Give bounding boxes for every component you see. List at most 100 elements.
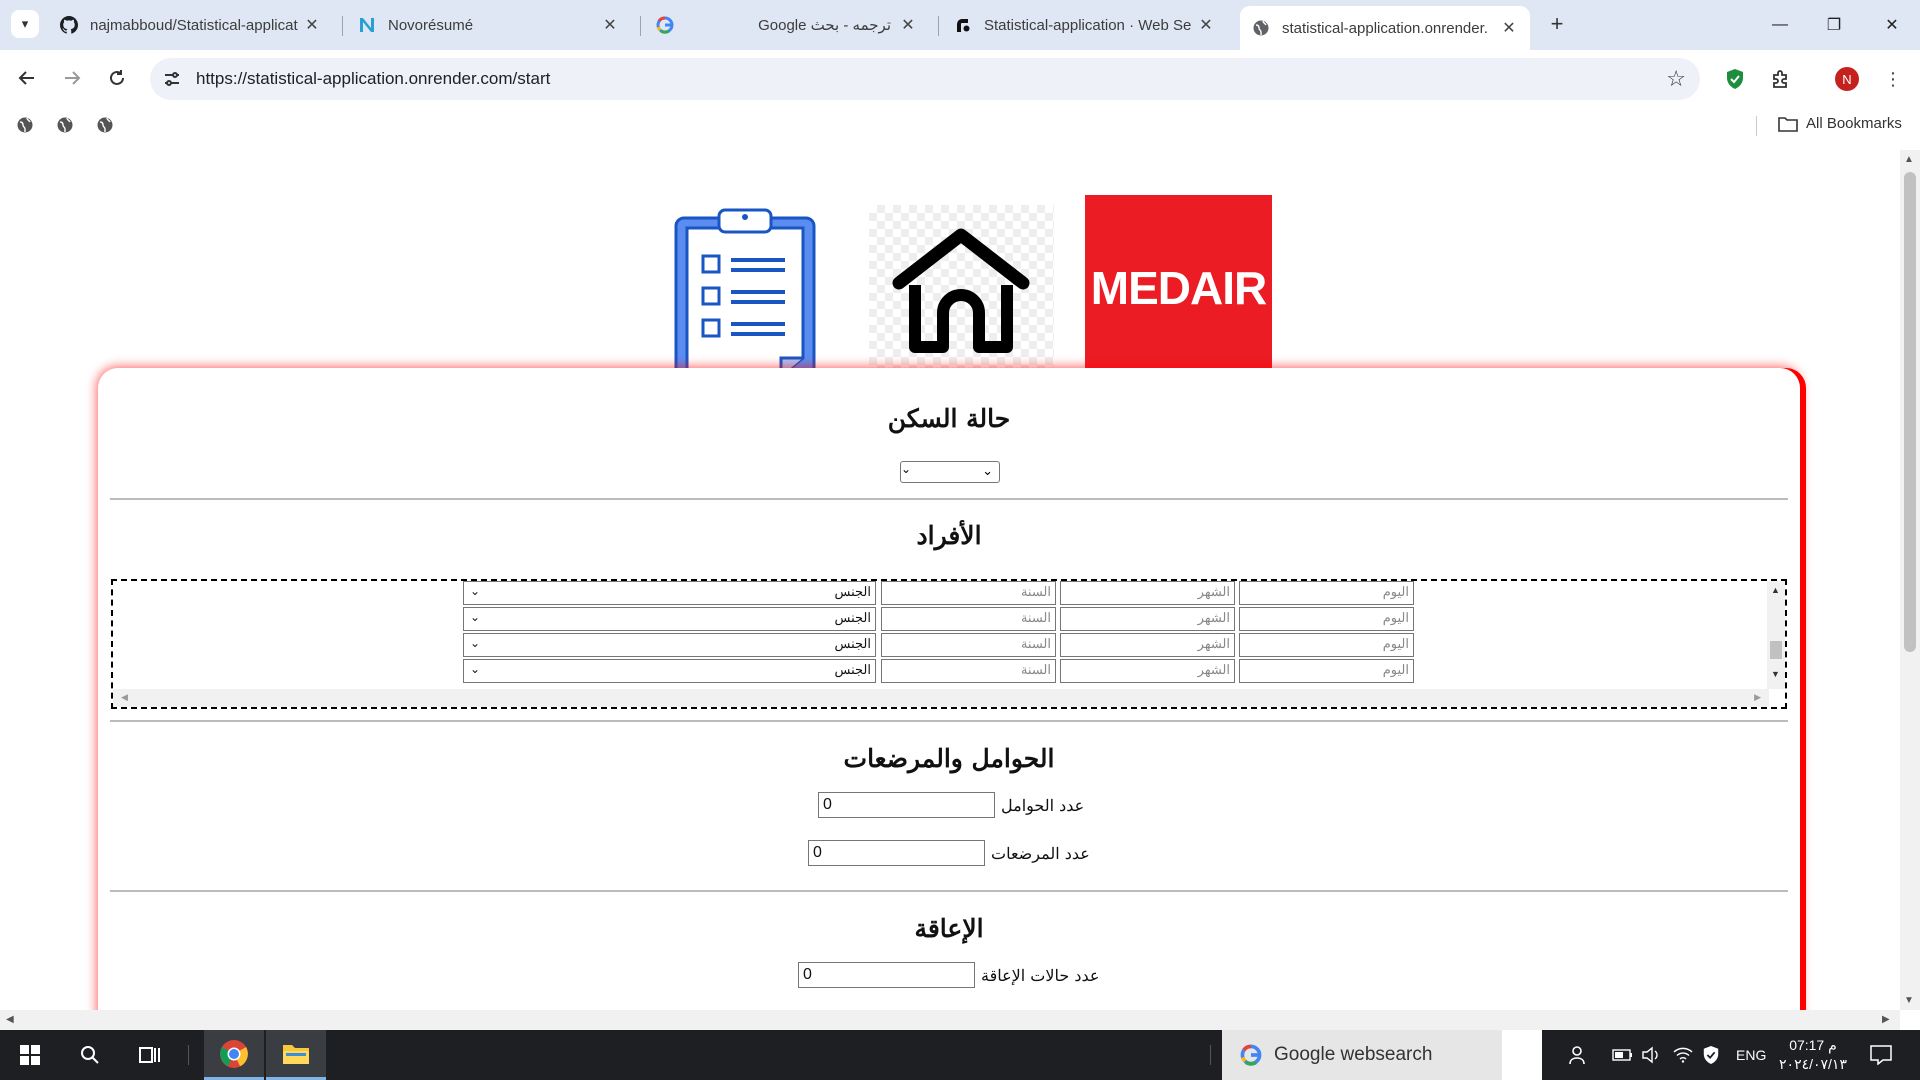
scroll-up-arrow-icon[interactable]: ▲ [1771,585,1780,595]
scroll-left-arrow-icon[interactable]: ◀ [121,692,128,703]
search-icon[interactable] [60,1030,120,1080]
chrome-taskbar-icon[interactable] [204,1030,264,1080]
back-button[interactable] [11,62,43,94]
members-vertical-scrollbar[interactable]: ▲ ▼ [1767,581,1785,689]
scroll-right-arrow-icon[interactable]: ▶ [1754,692,1761,703]
pregnant-count-input[interactable]: 0 [818,792,995,818]
gender-select[interactable]: الجنس ⌄ [463,607,876,631]
chevron-down-icon: ⌄ [470,610,481,624]
battery-icon[interactable] [1612,1030,1634,1080]
google-icon [656,16,674,34]
input-language[interactable]: ENG [1736,1030,1766,1080]
tab-novoresume[interactable]: Novorésumé ✕ [346,6,631,44]
menu-kebab-icon[interactable]: ⋮ [1878,64,1908,94]
birth-month-input[interactable]: الشهر [1060,581,1235,605]
tab-separator [938,16,939,36]
birth-month-input[interactable]: الشهر [1060,607,1235,631]
folder-icon [1778,116,1798,132]
tab-active-statistical-app[interactable]: statistical-application.onrender. ✕ [1240,6,1530,50]
birth-month-input[interactable]: الشهر [1060,633,1235,657]
bookmark-globe-icon[interactable] [94,114,116,136]
all-bookmarks-button[interactable]: All Bookmarks [1778,115,1902,132]
people-icon[interactable] [1568,1030,1588,1080]
chevron-down-icon: ⌄ [470,584,481,598]
new-tab-button[interactable]: + [1543,10,1571,38]
tab-render[interactable]: Statistical-application · Web Se ✕ [942,6,1227,44]
birth-day-input[interactable]: اليوم [1239,607,1414,631]
disability-count-input[interactable]: 0 [798,962,975,988]
bookmark-globe-icon[interactable] [14,114,36,136]
extensions-puzzle-icon[interactable] [1766,64,1796,94]
close-window-button[interactable]: ✕ [1864,0,1920,50]
scroll-up-arrow-icon[interactable]: ▲ [1904,154,1914,165]
nursing-count-row: عدد المرضعات 0 [808,840,1090,866]
scroll-right-arrow-icon[interactable]: ▶ [1882,1014,1890,1025]
bookmark-star-icon[interactable]: ☆ [1666,66,1686,92]
birth-year-input[interactable]: السنة [881,633,1056,657]
minimize-button[interactable]: — [1752,0,1808,50]
page-viewport: MEDAIR حالة السكن ⌄ الأفراد الجنس ⌄ السنة… [0,142,1900,1010]
taskbar-separator [1210,1045,1211,1065]
github-icon [60,16,78,34]
nursing-count-input[interactable]: 0 [808,840,985,866]
scroll-down-arrow-icon[interactable]: ▼ [1771,669,1780,679]
bookmark-globe-icon[interactable] [54,114,76,136]
windows-start-icon[interactable] [0,1030,60,1080]
members-horizontal-scrollbar[interactable]: ◀ ▶ [113,689,1769,707]
gender-select[interactable]: الجنس ⌄ [463,581,876,605]
site-info-icon[interactable] [162,69,182,89]
close-icon[interactable]: ✕ [1197,15,1215,35]
birth-year-input[interactable]: السنة [881,607,1056,631]
medair-logo-text: MEDAIR [1090,262,1267,314]
bookmarks-divider [1756,116,1757,136]
tab-title: Statistical-application · Web Se [984,16,1192,34]
reload-button[interactable] [101,62,133,94]
pregnant-count-row: عدد الحوامل 0 [818,792,1084,818]
browser-toolbar: https://statistical-application.onrender… [0,50,1920,108]
birth-month-input[interactable]: الشهر [1060,659,1235,683]
clock-time: 07:17 م [1789,1037,1837,1053]
page-horizontal-scrollbar[interactable]: ◀ ▶ [0,1010,1900,1030]
scroll-left-arrow-icon[interactable]: ◀ [6,1014,14,1025]
close-icon[interactable]: ✕ [1500,18,1518,38]
tab-google-search[interactable]: ترجمه - بحث Google ✕ [644,6,929,44]
close-icon[interactable]: ✕ [303,15,321,35]
globe-icon [1252,19,1270,37]
tab-title: najmabboud/Statistical-applicat [90,16,298,34]
file-explorer-taskbar-icon[interactable] [266,1030,326,1080]
housing-status-select[interactable]: ⌄ [900,461,1000,483]
birth-year-input[interactable]: السنة [881,659,1056,683]
medair-logo: MEDAIR [1085,195,1272,381]
tab-search-button[interactable]: ▾ [11,10,39,38]
tab-title: Novorésumé [388,16,474,34]
birth-year-input[interactable]: السنة [881,581,1056,605]
scrollbar-thumb[interactable] [1770,641,1782,659]
chevron-down-icon: ⌄ [470,636,481,650]
volume-icon[interactable] [1641,1030,1661,1080]
taskbar-google-search[interactable]: Google websearch [1222,1030,1502,1080]
close-icon[interactable]: ✕ [899,15,917,35]
page-vertical-scrollbar[interactable]: ▲ ▼ [1900,150,1920,1010]
shield-extension-icon[interactable] [1720,64,1750,94]
windows-taskbar: Google websearch ENG 07:17 م ٢٠٢٤/٠٧/١٣ [0,1030,1920,1080]
birth-day-input[interactable]: اليوم [1239,659,1414,683]
forward-button[interactable] [56,62,88,94]
task-view-icon[interactable] [120,1030,180,1080]
tab-github[interactable]: najmabboud/Statistical-applicat ✕ [48,6,333,44]
close-icon[interactable]: ✕ [601,15,619,35]
profile-button[interactable]: N [1832,64,1862,94]
wifi-icon[interactable] [1673,1030,1693,1080]
notifications-icon[interactable] [1870,1030,1892,1080]
address-bar[interactable]: https://statistical-application.onrender… [150,58,1700,100]
clock[interactable]: 07:17 م ٢٠٢٤/٠٧/١٣ [1768,1036,1858,1074]
google-icon [1240,1044,1262,1066]
scrollbar-thumb[interactable] [1904,172,1916,652]
restore-button[interactable]: ❐ [1806,0,1862,50]
birth-day-input[interactable]: اليوم [1239,581,1414,605]
disability-count-row: عدد حالات الإعاقة 0 [798,962,1099,988]
scroll-down-arrow-icon[interactable]: ▼ [1904,995,1914,1006]
birth-day-input[interactable]: اليوم [1239,633,1414,657]
shield-tray-icon[interactable] [1702,1030,1720,1080]
gender-select[interactable]: الجنس ⌄ [463,633,876,657]
gender-select[interactable]: الجنس ⌄ [463,659,876,683]
